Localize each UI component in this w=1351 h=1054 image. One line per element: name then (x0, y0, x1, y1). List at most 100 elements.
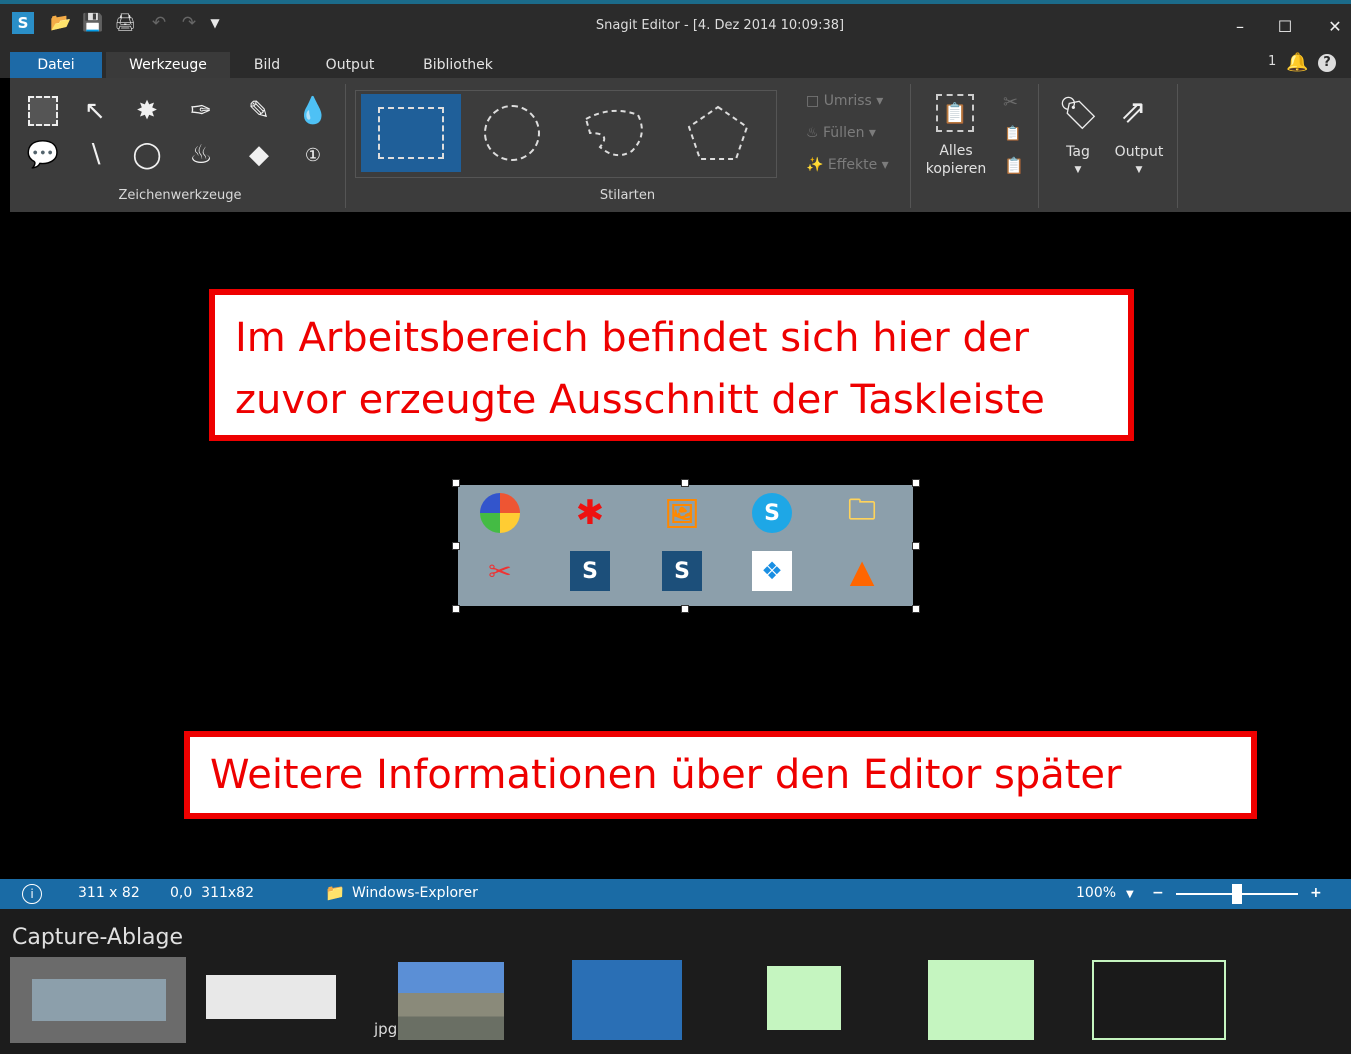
photos-icon: 🖼 (664, 496, 700, 530)
tray-thumbnail[interactable] (928, 960, 1034, 1040)
maximize-button[interactable]: ☐ (1270, 17, 1300, 36)
undo-icon[interactable]: ↶ (148, 12, 170, 34)
picasa-icon (480, 493, 520, 533)
zoom-out-button[interactable]: − (1152, 885, 1164, 901)
arrow-tool-icon[interactable]: ↖ (78, 94, 112, 128)
resize-handle[interactable] (452, 605, 460, 613)
ribbon-separator (1038, 84, 1039, 208)
effects-icon: ✨ (806, 157, 828, 173)
copy-all-label-line1: Alles (939, 143, 973, 159)
fill-dropdown[interactable]: ♨ Füllen ▾ (806, 125, 876, 141)
save-icon[interactable]: 💾 (82, 12, 104, 34)
window-top-border (0, 0, 1351, 4)
window-manager-icon: 🗀 (847, 493, 876, 526)
tray-thumbnail-selected[interactable] (10, 957, 186, 1043)
cut-icon[interactable]: ✂ (1003, 92, 1018, 113)
stamp-tool-icon[interactable]: ✸ (130, 94, 164, 128)
callout-workspace-note: Im Arbeitsbereich befindet sich hier der… (209, 289, 1134, 441)
tray-title: Capture-Ablage (12, 925, 184, 950)
effects-label: Effekte (827, 157, 878, 173)
zoom-slider-thumb[interactable] (1232, 884, 1242, 904)
shape-tool-icon[interactable]: ◯ (130, 138, 164, 172)
app-logo-icon[interactable]: S (12, 12, 34, 34)
callout-tool-icon[interactable]: 💬 (26, 138, 60, 172)
dropbox-icon: ❖ (752, 551, 792, 591)
paste-icon[interactable]: 📋 (1004, 156, 1024, 175)
customize-quick-access-icon[interactable]: ▼ (204, 12, 226, 34)
resize-handle[interactable] (912, 479, 920, 487)
tab-werkzeuge[interactable]: Werkzeuge (106, 52, 230, 78)
paint-splash-icon: ✱ (575, 493, 605, 533)
help-icon[interactable]: ? (1318, 54, 1336, 72)
minimize-button[interactable]: – (1225, 17, 1255, 36)
group-label-drawing-tools: Zeichenwerkzeuge (118, 188, 242, 203)
style-polygon[interactable] (668, 94, 768, 172)
folder-icon[interactable]: 📁 (325, 883, 345, 902)
resize-handle[interactable] (452, 479, 460, 487)
tab-bibliothek[interactable]: Bibliothek (410, 52, 506, 78)
tray-thumbnail[interactable] (1092, 960, 1226, 1040)
copy-all-label-line2: kopieren (925, 161, 987, 177)
effects-dropdown[interactable]: ✨ Effekte ▾ (806, 157, 889, 173)
windows-explorer-link[interactable]: Windows-Explorer (352, 885, 478, 901)
open-icon[interactable]: 📂 (50, 12, 72, 34)
blur-tool-icon[interactable]: 💧 (296, 94, 330, 128)
snagit-editor-icon: S (662, 551, 702, 591)
print-icon[interactable]: 🖨 (114, 12, 136, 34)
callout-line: zuvor erzeugte Ausschnitt der Taskleiste (235, 377, 1045, 423)
tag-button[interactable]: Tag ▼ (1056, 144, 1100, 176)
eraser-tool-icon[interactable]: ◆ (242, 138, 276, 172)
callout-line: Im Arbeitsbereich befindet sich hier der (235, 315, 1029, 361)
selection-tool-icon[interactable] (26, 94, 60, 128)
info-icon[interactable]: i (22, 884, 42, 904)
highlighter-tool-icon[interactable]: ✎ (242, 94, 276, 128)
pen-tool-icon[interactable]: ✑ (184, 94, 218, 128)
resize-handle[interactable] (452, 542, 460, 550)
ribbon-separator (345, 84, 346, 208)
resize-handle[interactable] (681, 605, 689, 613)
copy-all-button[interactable]: Alles kopieren (918, 142, 994, 178)
notification-count: 1 (1268, 54, 1277, 69)
ribbon-separator (1177, 84, 1178, 208)
tray-thumbnail[interactable] (767, 966, 841, 1030)
resize-handle[interactable] (681, 479, 689, 487)
zoom-dropdown-icon[interactable]: ▼ (1126, 889, 1134, 900)
fill-icon: ♨ (806, 125, 824, 141)
outline-icon: □ (806, 93, 824, 109)
group-label-styles: Stilarten (599, 188, 656, 203)
skype-icon: S (752, 493, 792, 533)
tray-thumbnail[interactable] (206, 975, 336, 1019)
resize-handle[interactable] (912, 605, 920, 613)
style-rectangle[interactable] (361, 94, 461, 172)
output-label: Output (1114, 144, 1164, 160)
tag-label: Tag (1066, 144, 1090, 160)
output-button[interactable]: Output ▼ (1108, 144, 1170, 176)
copy-icon[interactable]: 📋 (1004, 126, 1021, 142)
window-title: Snagit Editor - [4. Dez 2014 10:09:38] (595, 18, 845, 33)
zoom-level[interactable]: 100% (1076, 885, 1116, 901)
close-button[interactable]: ✕ (1320, 17, 1350, 36)
fill-tool-icon[interactable]: ♨ (184, 138, 218, 172)
tab-bild[interactable]: Bild (240, 52, 294, 78)
tag-icon[interactable]: 🏷 (1058, 94, 1099, 132)
bell-icon[interactable]: 🔔 (1286, 52, 1308, 73)
outline-dropdown[interactable]: □ Umriss ▾ (806, 93, 883, 109)
captured-taskbar-image[interactable]: ✱ 🖼 S 🗀 ✂ S S ❖ ▲ (458, 485, 913, 606)
resize-handle[interactable] (912, 542, 920, 550)
fill-label: Füllen (823, 125, 865, 141)
step-tool-icon[interactable]: ① (296, 138, 330, 172)
style-freeform[interactable] (562, 94, 662, 172)
zoom-in-button[interactable]: + (1310, 885, 1322, 901)
tray-thumbnail[interactable] (398, 962, 504, 1040)
snagit-icon: S (570, 551, 610, 591)
tab-output[interactable]: Output (312, 52, 388, 78)
tab-datei[interactable]: Datei (10, 52, 102, 78)
outline-label: Umriss (823, 93, 872, 109)
copy-all-icon[interactable]: 📋 (936, 94, 974, 132)
ribbon-separator (910, 84, 911, 208)
line-tool-icon[interactable]: ∖ (78, 138, 112, 172)
style-ellipse[interactable] (462, 94, 562, 172)
redo-icon[interactable]: ↷ (178, 12, 200, 34)
tray-thumbnail[interactable] (572, 960, 682, 1040)
share-icon[interactable]: ⇗ (1120, 92, 1147, 130)
